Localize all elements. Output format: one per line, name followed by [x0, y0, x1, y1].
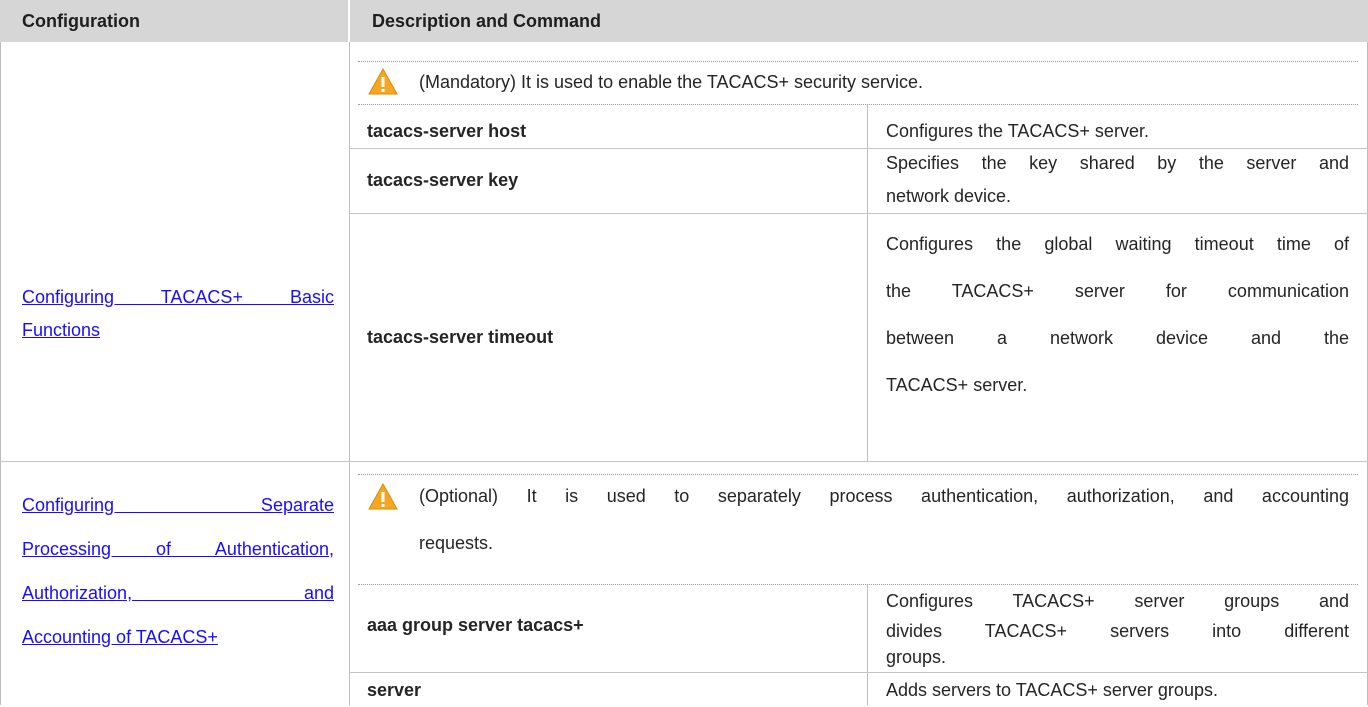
note-border-top: [358, 474, 1358, 475]
description-aaa-group-server: Configures TACACS+ server groups and: [886, 591, 1349, 611]
config-link-line[interactable]: Accounting of TACACS+: [22, 627, 218, 647]
subcolumn-divider: [867, 585, 868, 705]
config-link-line[interactable]: Configuring Separate: [22, 495, 334, 515]
config-link-separate-processing-cont[interactable]: Authorization, and: [22, 577, 334, 610]
column-header-description: Description and Command: [350, 0, 1368, 42]
note-mandatory: (Mandatory) It is used to enable the TAC…: [419, 72, 924, 92]
table-border-left: [0, 42, 1, 705]
row-divider: [349, 672, 1368, 673]
description-tacacs-server-key: network device.: [886, 186, 1012, 206]
config-link-line[interactable]: Configuring TACACS+ Basic: [22, 287, 334, 307]
column-divider: [349, 42, 350, 705]
config-link-line[interactable]: Processing of Authentication,: [22, 539, 334, 559]
command-server: server: [367, 680, 422, 700]
description-aaa-group-server: divides TACACS+ servers into different: [886, 621, 1349, 641]
description-aaa-group-server: groups.: [886, 647, 947, 667]
config-link-basic-functions-cont[interactable]: Functions: [22, 314, 334, 347]
section-divider: [0, 461, 1368, 462]
description-tacacs-server-timeout: between a network device and the: [886, 328, 1349, 348]
note-optional: requests.: [419, 533, 494, 553]
description-tacacs-server-timeout: Configures the global waiting timeout ti…: [886, 234, 1349, 254]
warning-icon: [368, 68, 398, 95]
description-server: Adds servers to TACACS+ server groups.: [886, 680, 1218, 700]
config-link-line[interactable]: Functions: [22, 320, 100, 340]
config-link-basic-functions[interactable]: Configuring TACACS+ Basic: [22, 281, 334, 314]
config-link-separate-processing-cont[interactable]: Processing of Authentication,: [22, 533, 334, 566]
config-link-separate-processing-cont[interactable]: Accounting of TACACS+: [22, 621, 334, 654]
row-divider: [349, 213, 1368, 214]
command-tacacs-server-key: tacacs-server key: [367, 170, 519, 190]
configuration-table: Configuration Description and Command Co…: [0, 0, 1368, 705]
note-border-top: [358, 61, 1358, 62]
subcolumn-divider: [867, 104, 868, 461]
description-tacacs-server-key: Specifies the key shared by the server a…: [886, 153, 1349, 173]
config-link-separate-processing[interactable]: Configuring Separate: [22, 489, 334, 522]
note-border-bottom: [358, 104, 1358, 105]
command-tacacs-server-timeout: tacacs-server timeout: [367, 327, 554, 347]
description-tacacs-server-host: Configures the TACACS+ server.: [886, 121, 1149, 141]
command-tacacs-server-host: tacacs-server host: [367, 121, 527, 141]
command-aaa-group-server: aaa group server tacacs+: [367, 615, 584, 635]
column-header-configuration: Configuration: [0, 0, 349, 42]
note-optional: (Optional) It is used to separately proc…: [419, 486, 1349, 506]
description-tacacs-server-timeout: the TACACS+ server for communication: [886, 281, 1349, 301]
warning-icon: [368, 483, 398, 510]
description-tacacs-server-timeout: TACACS+ server.: [886, 375, 1028, 395]
config-link-line[interactable]: Authorization, and: [22, 583, 334, 603]
